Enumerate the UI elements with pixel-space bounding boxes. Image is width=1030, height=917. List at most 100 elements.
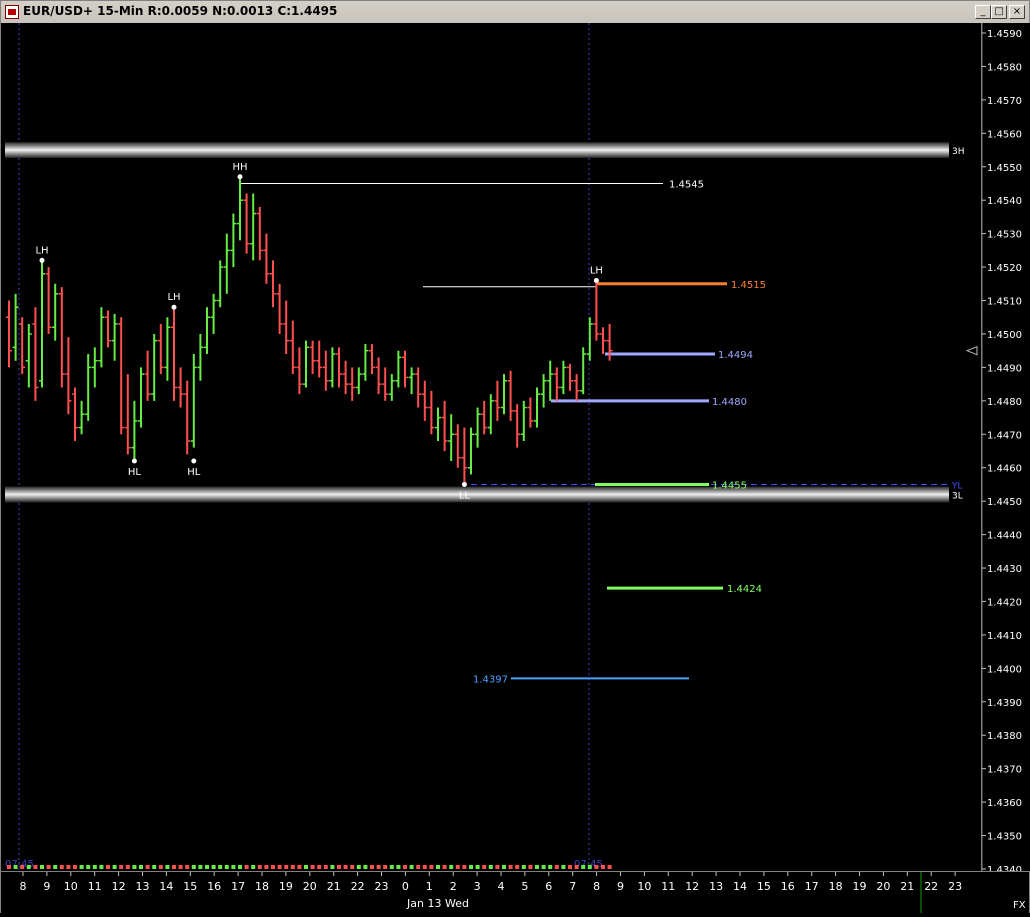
time-tick-label-36: 20 (876, 880, 890, 893)
time-tick-label-6: 14 (159, 880, 173, 893)
minimize-button[interactable]: _ (975, 5, 991, 19)
indicator-mark (389, 865, 394, 869)
indicator-mark (317, 865, 322, 869)
time-tick-label-5: 13 (136, 880, 150, 893)
time-tick-label-22: 6 (545, 880, 552, 893)
time-tick-label-17: 1 (426, 880, 433, 893)
indicator-mark (310, 865, 315, 869)
current-price-marker (965, 345, 978, 356)
indicator-mark (475, 865, 480, 869)
price-tick-label-9: 1.4500 (987, 330, 1022, 341)
candle (303, 340, 309, 388)
candle (111, 313, 118, 361)
candle (454, 424, 461, 468)
candle (91, 347, 98, 388)
indicator-mark (145, 865, 150, 869)
candle (534, 387, 540, 428)
indicator-mark (73, 865, 77, 869)
candle (329, 347, 336, 388)
time-axis[interactable]: 8 9 10 11 12 13 14 15 16 17 18 19 20 21 22 23 0 1 2 3 4 5 6 7 8 9… (1, 871, 1029, 913)
candle (237, 176, 243, 241)
indicator-mark (139, 865, 143, 869)
indicator-mark (594, 865, 599, 869)
candle (164, 317, 171, 381)
indicator-mark (211, 865, 216, 869)
candle (448, 414, 455, 462)
time-tick-label-35: 19 (853, 880, 867, 893)
corner-label: FX (1013, 900, 1026, 911)
candle (322, 350, 329, 391)
indicator-mark (178, 865, 183, 869)
indicator-mark (106, 865, 110, 869)
time-tick-label-16: 0 (402, 880, 409, 893)
price-tick-label-4: 1.4550 (987, 163, 1022, 174)
time-tick-label-8: 16 (207, 880, 221, 893)
indicator-mark (528, 865, 533, 869)
indicator-mark (356, 865, 361, 869)
level-label-4: 1.4455 (712, 480, 747, 491)
price-tick-label-17: 1.4420 (987, 597, 1022, 608)
price-tick-label-14: 1.4450 (987, 497, 1022, 508)
indicator-mark (165, 865, 170, 869)
candle (72, 387, 78, 441)
time-tick-label-18: 2 (450, 880, 457, 893)
candle (461, 427, 468, 485)
date-label: Jan 13 Wed (406, 897, 469, 910)
candle (435, 407, 441, 441)
indicator-mark (13, 865, 18, 869)
candle (78, 400, 85, 435)
level-label-0: 1.4545 (669, 179, 704, 190)
candle (487, 394, 494, 435)
indicator-mark (343, 865, 348, 869)
price-tick-label-15: 1.4440 (987, 531, 1022, 542)
price-tick-label-5: 1.4540 (987, 196, 1022, 207)
candle (197, 333, 204, 381)
indicator-mark (231, 865, 236, 869)
price-chart[interactable]: 1.4545 1.4515 1.4494 1.4480 1.4455 1.4424 1.43… (1, 23, 981, 871)
maximize-button[interactable]: □ (991, 5, 1007, 19)
indicator-mark (79, 865, 84, 869)
candle (362, 343, 369, 381)
candle (58, 287, 65, 388)
candle (171, 307, 177, 401)
chart-canvas[interactable]: 1.4545 1.4515 1.4494 1.4480 1.4455 1.4424 1.43… (1, 23, 981, 871)
indicator-mark (257, 865, 262, 869)
price-tick-label-0: 1.4590 (987, 29, 1022, 40)
indicator-mark (119, 865, 124, 869)
time-tick-label-25: 9 (617, 880, 624, 893)
candle (540, 374, 547, 408)
swing-label-6: LH (590, 265, 603, 276)
indicator-mark (112, 865, 117, 869)
candle (415, 367, 422, 408)
time-tick-label-32: 16 (781, 880, 795, 893)
price-tick-label-21: 1.4380 (987, 731, 1022, 742)
indicator-mark (422, 865, 427, 869)
candle (520, 400, 527, 441)
time-axis-canvas: 8 9 10 11 12 13 14 15 16 17 18 19 20 21 22 23 0 1 2 3 4 5 6 7 8 9… (20, 872, 1026, 913)
candle (85, 354, 92, 421)
indicator-mark (7, 865, 11, 869)
price-axis-canvas: 1.4590 1.4580 1.4570 1.4560 1.4550 1.4540 1.45… (981, 23, 1022, 876)
close-button[interactable]: × (1009, 5, 1025, 19)
indicator-mark (205, 865, 209, 869)
indicator-mark (469, 865, 473, 869)
price-axis[interactable]: 1.4590 1.4580 1.4570 1.4560 1.4550 1.4540 1.45… (981, 23, 1030, 876)
title-bar[interactable]: EUR/USD+ 15-Min R:0.0059 N:0.0013 C:1.44… (1, 1, 1029, 24)
swing-dot-6 (593, 277, 599, 283)
swing-label-4: HH (232, 162, 247, 173)
candle (250, 193, 257, 261)
price-tick-label-2: 1.4570 (987, 96, 1022, 107)
candle (184, 380, 191, 455)
price-tick-label-18: 1.4410 (987, 631, 1022, 642)
candle (468, 427, 474, 475)
indicator-mark (99, 865, 104, 869)
indicator-mark (152, 865, 157, 869)
indicator-mark (370, 865, 374, 869)
zone-band-3h (5, 142, 949, 159)
candle (138, 367, 144, 428)
time-tick-label-30: 14 (733, 880, 747, 893)
candle (600, 327, 606, 355)
zone-label-3l: 3L (952, 491, 963, 501)
candle (573, 374, 580, 401)
indicator-mark (376, 865, 381, 869)
